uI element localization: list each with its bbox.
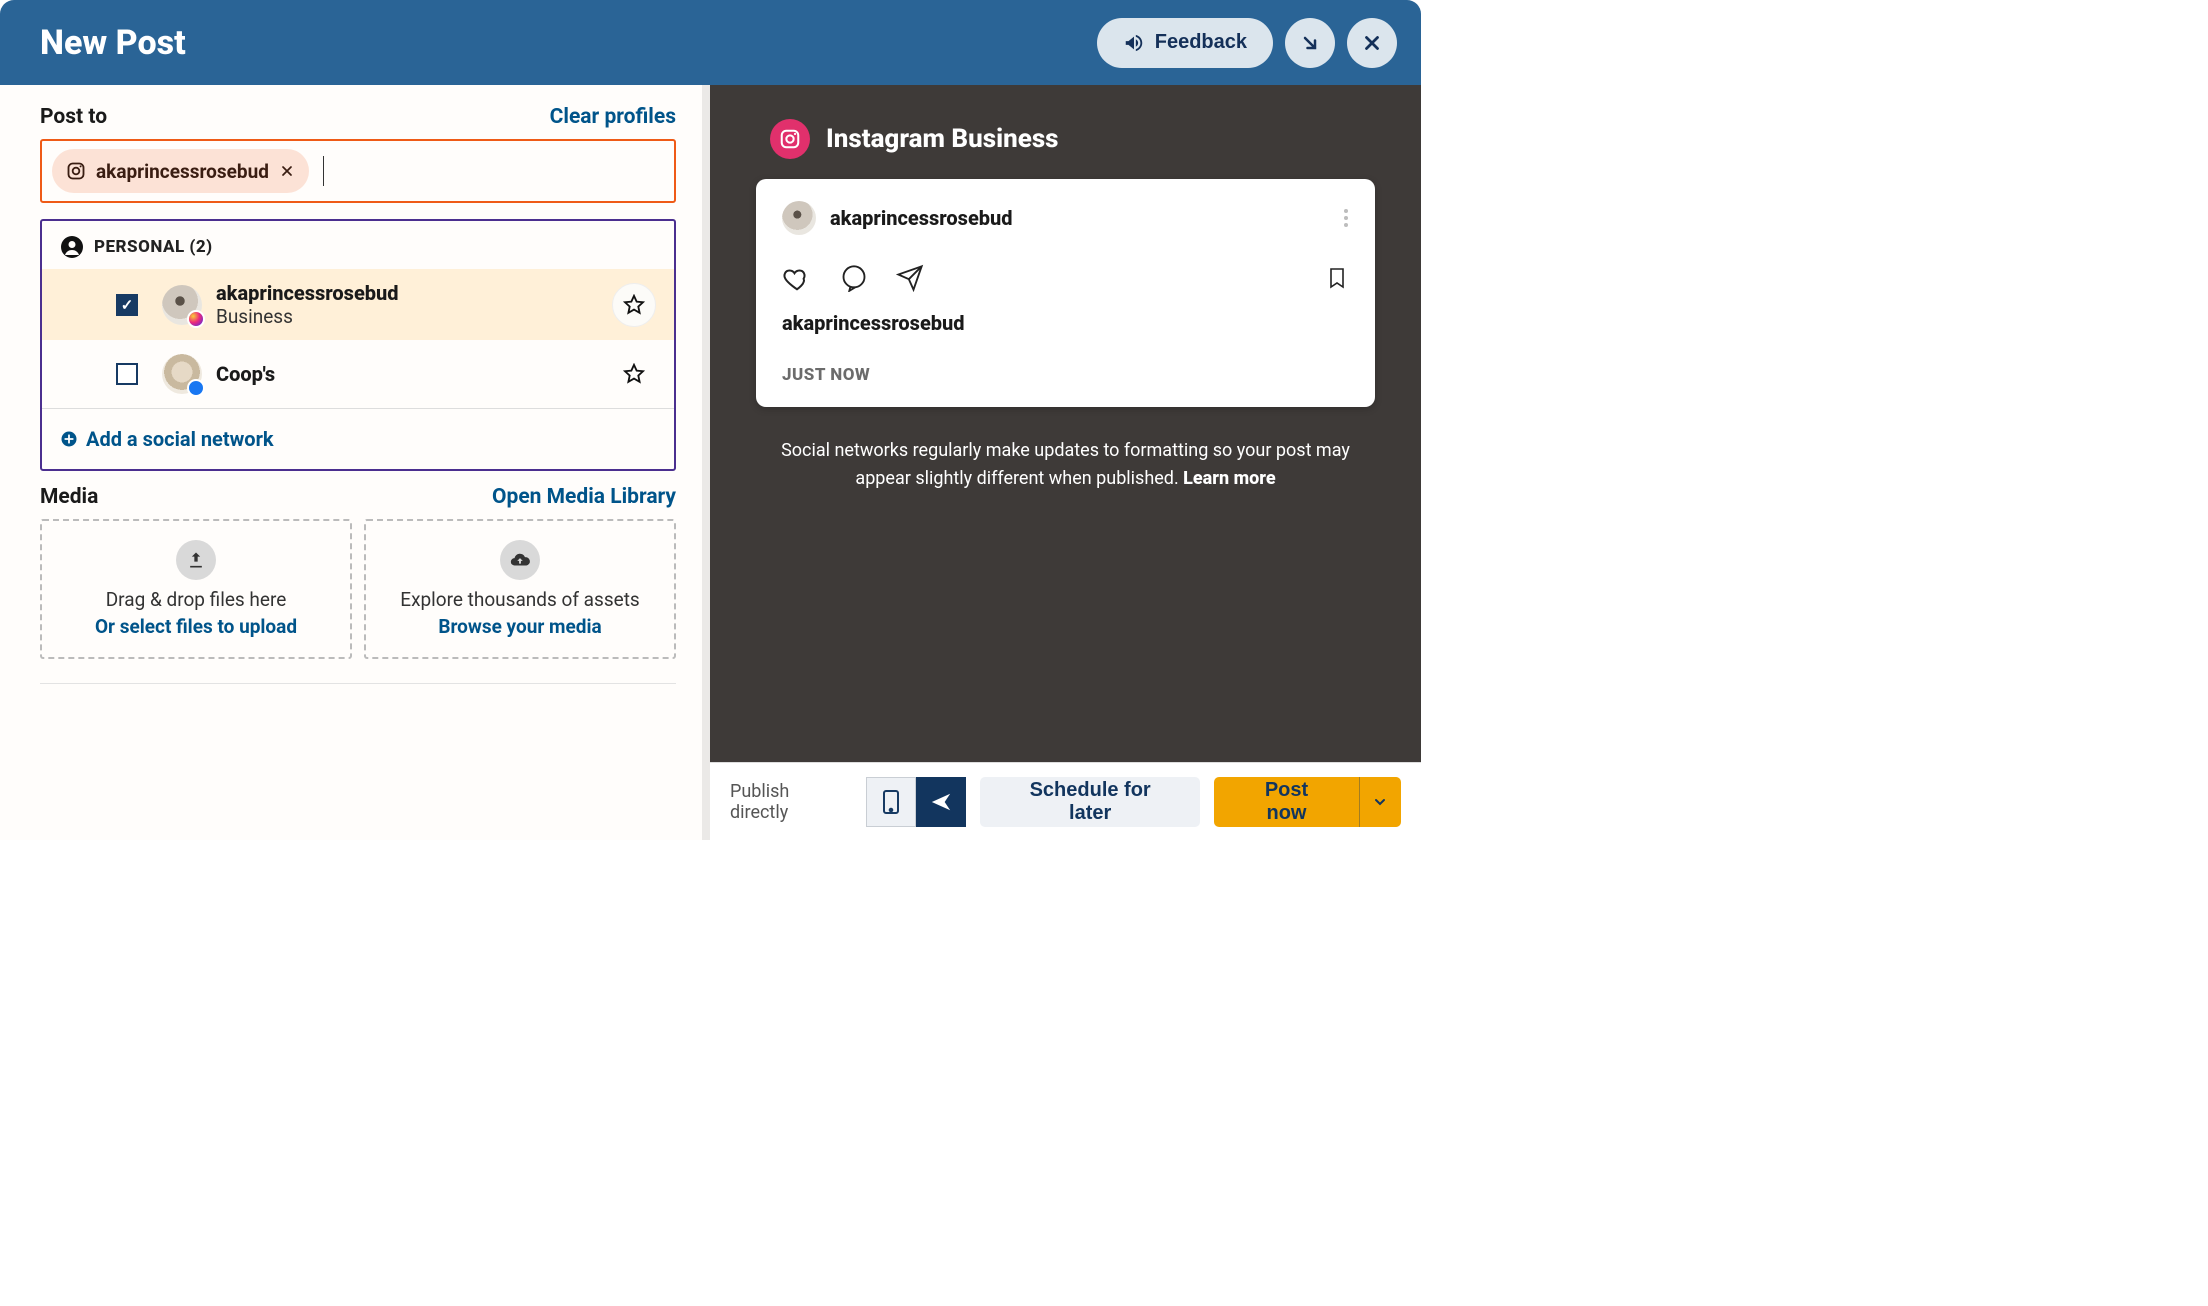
send-icon [930,791,952,813]
app-header: New Post Feedback [0,0,1421,85]
profile-row-coops[interactable]: Coop's [42,340,674,408]
chip-remove-icon[interactable] [279,163,295,179]
post-now-group: Post now [1214,777,1401,827]
profile-row-akaprincessrosebud[interactable]: akaprincessrosebud Business [42,269,674,340]
learn-more-link[interactable]: Learn more [1183,468,1275,489]
divider [40,683,676,684]
preview-card: akaprincessrosebud akaprincessrosebud JU… [756,179,1375,407]
profiles-panel: PERSONAL (2) akaprincessrosebud Business [40,219,676,471]
browse-media-link[interactable]: Browse your media [438,615,601,638]
open-media-library-link[interactable]: Open Media Library [492,485,676,509]
page-title: New Post [40,23,186,63]
close-button[interactable] [1347,18,1397,68]
media-label: Media [40,485,98,509]
header-actions: Feedback [1097,18,1397,68]
profiles-group-label: PERSONAL (2) [94,237,213,257]
phone-icon [882,789,900,815]
card-timestamp: JUST NOW [782,365,1349,385]
schedule-button[interactable]: Schedule for later [980,777,1200,827]
media-header: Media Open Media Library [40,485,676,509]
avatar [782,201,816,235]
bookmark-icon[interactable] [1325,264,1349,292]
text-cursor [323,156,325,186]
instagram-icon [770,119,810,159]
plus-circle-icon [60,430,78,448]
profile-name: Coop's [216,362,275,386]
preview-header: Instagram Business [710,85,1421,179]
more-icon[interactable] [1343,208,1349,228]
post-to-label: Post to [40,105,107,129]
profile-text: Coop's [216,362,275,386]
comment-icon[interactable] [840,264,868,292]
profile-text: akaprincessrosebud Business [216,281,399,328]
feedback-button[interactable]: Feedback [1097,18,1273,68]
add-social-network-link[interactable]: Add a social network [42,408,674,469]
arrow-down-right-icon [1300,33,1320,53]
chevron-down-icon [1372,794,1388,810]
footer-bar: Publish directly Schedule for later Post… [710,762,1421,840]
star-icon [623,363,645,385]
main-area: Post to Clear profiles akaprincessrosebu… [0,85,1421,840]
star-icon [623,294,645,316]
favorite-button[interactable] [612,283,656,327]
preview-title: Instagram Business [826,124,1059,154]
card-username: akaprincessrosebud [830,206,1013,230]
clear-profiles-link[interactable]: Clear profiles [550,105,676,129]
upload-icon [176,540,216,580]
profile-name: akaprincessrosebud [216,281,399,305]
megaphone-icon [1123,32,1145,54]
person-icon [60,235,84,259]
close-icon [1361,32,1383,54]
instagram-badge-icon [187,310,205,328]
scrollbar[interactable] [702,85,710,840]
post-now-caret[interactable] [1359,777,1401,827]
device-toggle [866,777,966,827]
minimize-button[interactable] [1285,18,1335,68]
upload-select-link[interactable]: Or select files to upload [95,615,297,638]
card-caption: akaprincessrosebud [782,311,1349,335]
profile-chip-input[interactable]: akaprincessrosebud [40,139,676,203]
media-zones: Drag & drop files here Or select files t… [40,519,676,659]
card-top: akaprincessrosebud [782,201,1349,235]
profile-checkbox[interactable] [116,363,138,385]
avatar [162,354,202,394]
mobile-preview-button[interactable] [866,777,916,827]
preview-panel: Instagram Business akaprincessrosebud ak… [710,85,1421,840]
upload-dropzone[interactable]: Drag & drop files here Or select files t… [40,519,352,659]
profile-sub: Business [216,305,399,328]
profile-checkbox[interactable] [116,294,138,316]
avatar [162,285,202,325]
favorite-button[interactable] [612,352,656,396]
preview-note: Social networks regularly make updates t… [770,437,1361,493]
instagram-icon [66,161,86,181]
publish-label: Publish directly [730,781,848,823]
post-now-button[interactable]: Post now [1214,777,1359,827]
browse-dropzone[interactable]: Explore thousands of assets Browse your … [364,519,676,659]
cloud-upload-icon [500,540,540,580]
facebook-badge-icon [187,379,205,397]
compose-panel: Post to Clear profiles akaprincessrosebu… [0,85,710,840]
profile-chip[interactable]: akaprincessrosebud [52,149,309,193]
browse-line1: Explore thousands of assets [400,588,639,611]
upload-line1: Drag & drop files here [106,588,287,611]
chip-label: akaprincessrosebud [96,160,269,183]
card-actions [782,263,1349,293]
send-icon[interactable] [896,264,924,292]
heart-icon[interactable] [782,263,812,293]
send-mode-button[interactable] [916,777,966,827]
post-to-header: Post to Clear profiles [40,105,676,129]
profiles-group-header: PERSONAL (2) [42,221,674,269]
